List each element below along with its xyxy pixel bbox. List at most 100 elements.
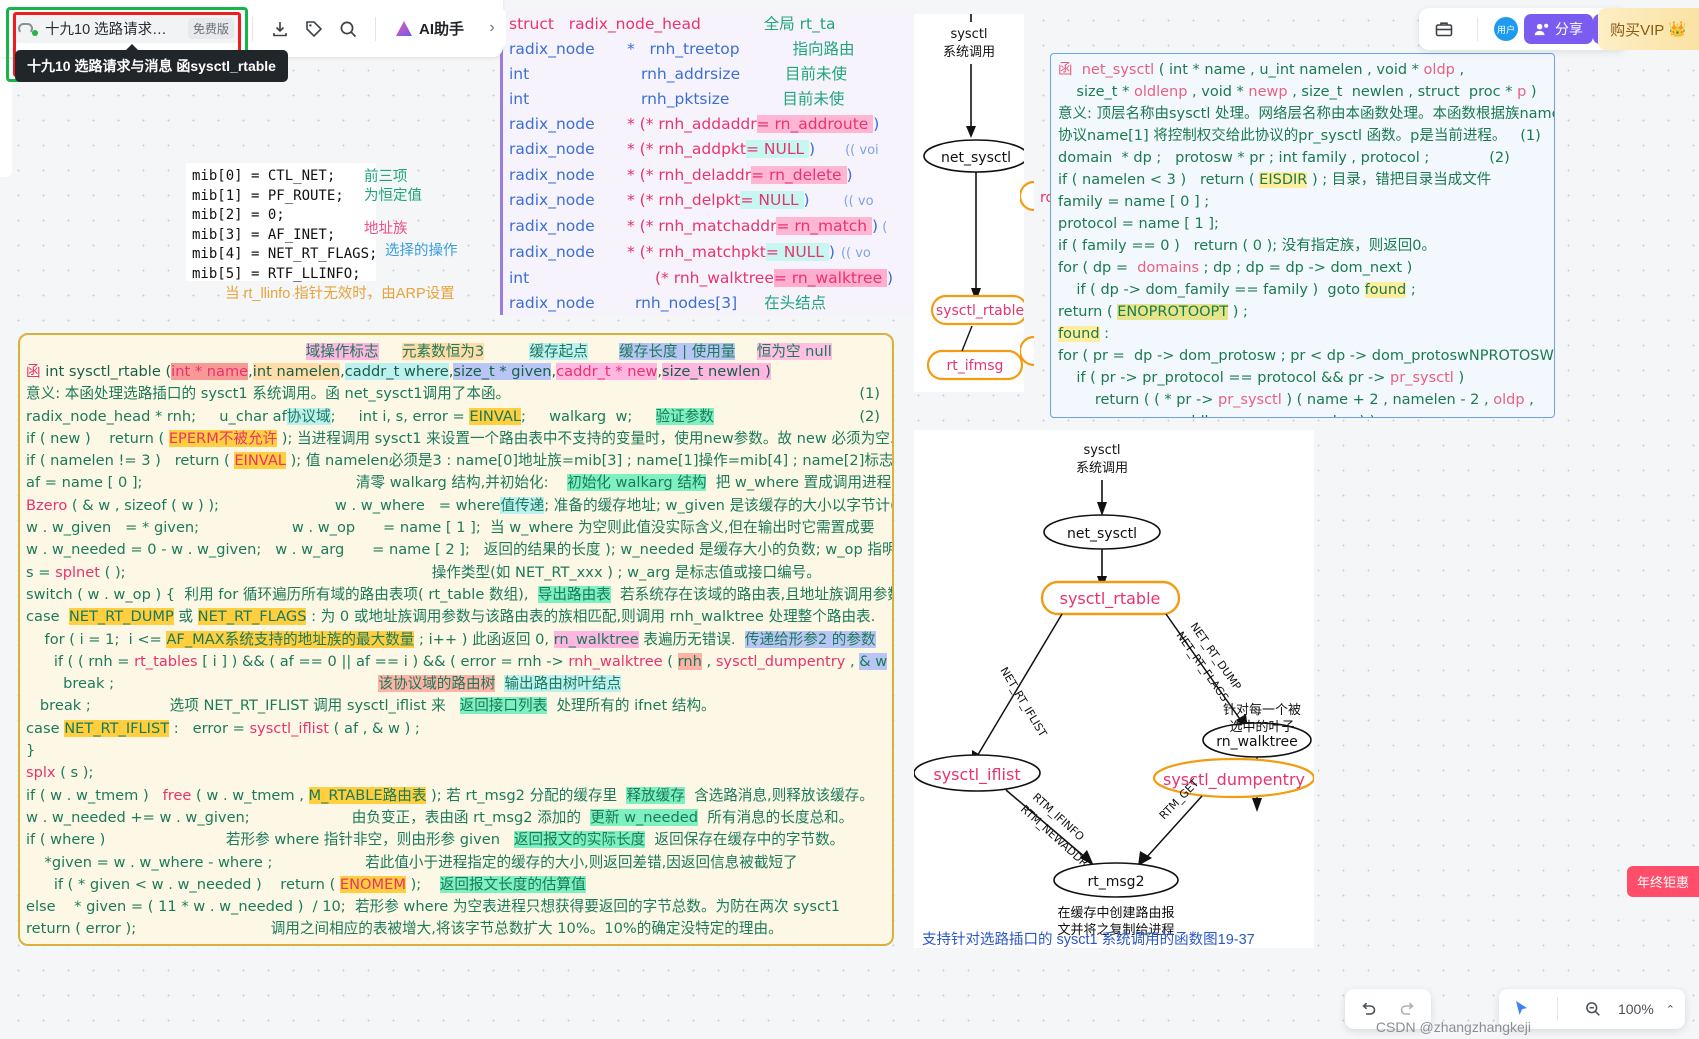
vip-crown-icon: 👑 [1668,21,1687,38]
share-label: 分享 [1555,21,1583,37]
figure-caption-text: 支持针对选路插口的 sysct1 系统调用的函数 [922,932,1204,948]
node-sysctl-iflist: sysctl_iflist [933,765,1020,785]
sysctl-rtable-panel: 域操作标志 元素数恒为3 缓存起点 缓存长度 | 使用量 恒为空 null 函 … [18,333,894,946]
divider [375,16,376,41]
buy-vip-button[interactable]: 购买VIP 👑 [1598,8,1699,50]
code-line: for ( i = 1; i <= AF_MAX系统支持的地址族的最大数量 ; … [26,630,876,648]
code-line: if ( pr -> pr_protocol == protocol && pr… [1058,370,1465,386]
more-chevron-icon[interactable]: › [478,8,506,48]
code-line: if ( family == 0 ) return ( 0 ); 没有指定族，则… [1058,238,1437,254]
node-ro-partial: ro [1018,180,1054,219]
figure-caption: 图19-37 支持针对选路插口的 sysct1 系统调用的函数 [922,928,1263,949]
mib-note-operation: 选择的操作 [385,243,458,259]
code-line: 函 net_sysctl ( int * name , u_int namele… [1058,62,1465,78]
code-line: switch ( w . w_op ) { 利用 for 循环遍历所有域的路由表… [26,585,894,603]
tag-element-count: 元素数恒为3 [401,343,485,360]
node-rn-walktree: rn_walktree [1216,734,1298,750]
code-line: splx ( s ); [26,764,94,782]
diagram-note-line1: 在缓存中创建路由报 [1057,905,1174,921]
free-version-badge: 免费版 [187,18,234,39]
function-signature: 函 int sysctl_rtable (int * name,int name… [26,363,771,380]
node-net-sysctl: net_sysctl [941,150,1011,166]
code-line: if ( new ) return ( EPERM不被允许 ); 当进程调用 s… [26,429,894,447]
buy-vip-label: 购买VIP [1610,21,1665,39]
mib-note-first-three: 前三项 为恒定值 [364,169,422,204]
year-end-promo-badge[interactable]: 年终钜惠 [1626,866,1699,897]
mib-note-llinfo: 当 rt_llinfo 指针无效时，由ARP设置 [225,286,455,302]
code-line: case NET_RT_IFLIST : error = sysctl_ifli… [26,719,420,737]
diagram-top-title-line1: sysctl [950,27,987,42]
cloud-sync-icon [18,21,38,37]
code-line: af = name [ 0 ]; 清零 walkarg 结构,并初始化: 初始化… [26,474,892,492]
node-net-sysctl-b: net_sysctl [1067,526,1137,542]
code-line: if ( namelen < 3 ) return ( EISDIR ) ; 目… [1058,172,1492,188]
code-line: w . w_needed += w . w_given; 由负变正，表由函 rt… [26,808,854,826]
document-tab[interactable]: 十九10 选路请求与消息 函... 免费版 [12,14,242,43]
ai-assistant-button[interactable]: AI助手 [386,13,472,44]
code-line: protocol = name [ 1 ]; [1058,216,1219,232]
diagram-title-line2: 系统调用 [1076,461,1128,476]
diagram-annotation-line1: 针对每一个被 [1223,702,1301,718]
tag-always-null: 恒为空 null [756,343,832,360]
code-line: break ; 选项 NET_RT_IFLIST 调用 sysctl_iflis… [26,697,716,715]
code-line: if ( dp -> dom_family == family ) goto f… [1058,282,1416,298]
tag-field-op-flag: 域操作标志 [305,343,379,360]
code-line: return ( ENOPROTOOPT ) ; [1058,304,1248,320]
ai-assistant-label: AI助手 [419,21,465,38]
watermark: CSDN @zhangzhangkeji [1375,1019,1531,1035]
code-line: w . w_given = * given; w . w_op = name [… [26,519,875,537]
diagram-top-partial: sysctl 系统调用 net_sysctl sysctl_rtable rt_… [914,14,1024,392]
code-line: oldlenp , newp , newlen ) ) ; [1058,411,1554,417]
zoom-out-icon[interactable] [1580,996,1606,1022]
code-line: if ( namelen != 3 ) return ( EINVAL ); 值… [26,452,894,470]
tag-icon[interactable] [297,12,331,46]
node-rt-msg2: rt_msg2 [1088,874,1145,890]
search-icon[interactable] [331,12,365,46]
tag-buffer-start: 缓存起点 [529,343,588,360]
code-line: if ( w . w_tmem ) free ( w . w_tmem , M_… [26,786,874,804]
code-line: if ( ( rnh = rt_tables [ i ] ) && ( af =… [26,652,892,670]
code-line: 意义: 本函处理选路插口的 sysct1 系统调用。函 net_sysct1调用… [26,385,880,403]
zoom-level-label[interactable]: 100% [1618,1001,1654,1017]
share-user-icon [1534,23,1549,35]
chevron-up-icon[interactable]: ⌃ [1666,1003,1675,1016]
app-titlebar: 十九10 选路请求与消息 函... 免费版 AI助手 [0,0,503,57]
node-rt-ifmsg: rt_ifmsg [947,358,1004,374]
divider [1477,17,1478,41]
net-sysctl-code-card: 函 net_sysctl ( int * name , u_int namele… [1050,53,1555,418]
top-right-toolbar: 用户 分享 ⌄ [1419,8,1627,50]
figure-number: 图19-37 [1203,932,1255,948]
code-line: size_t * oldlenp , void * newp , size_t … [1058,84,1537,100]
node-sysctl-rtable: sysctl_rtable [936,303,1024,319]
code-line: } [26,742,36,760]
code-line: case NET_RT_DUMP 或 NET_RT_FLAGS : 为 0 或地… [26,608,876,626]
ai-sparkle-icon [396,20,412,36]
code-line: radix_node_head * rnh; u_char af协议域; int… [26,407,880,425]
download-icon[interactable] [263,12,297,46]
diagram-annotation-line2: 选中的叶子 [1229,719,1294,735]
code-line: *given = w . w_where - where ; 若此值小于进程指定… [26,853,798,871]
document-title: 十九10 选路请求与消息 函... [45,22,181,38]
code-line: s = splnet ( ); 操作类型(如 NET_RT_xxx ) ; w_… [26,563,821,581]
left-edge-strip [0,57,12,177]
code-line: family = name [ 0 ] ; [1058,194,1210,210]
divider [1556,997,1558,1021]
code-line: for ( pr = dp -> dom_protosw ; pr < dp -… [1058,348,1554,364]
struct-code-card: struct radix_node_head 全局 rt_ta radix_no… [500,10,918,315]
code-line: return ( ( * pr -> pr_sysctl ) ( name + … [1058,392,1534,408]
code-line: for ( dp = domains ; dp ; dp = dp -> dom… [1058,260,1413,276]
code-line: else * given = ( 11 * w . w_needed ) / 1… [26,898,841,916]
document-title-tooltip: 十九10 选路请求与消息 函sysctl_rtable [15,44,288,82]
share-button[interactable]: 分享 [1524,14,1593,44]
mib-note-address-family: 地址族 [364,221,408,237]
code-line: if ( * given < w . w_needed ) return ( E… [26,875,586,893]
diagram-bottom-flow: sysctl 系统调用 net_sysctl sysctl_rtable NET… [914,430,1314,948]
code-line: 协议name[1] 将控制权交给此协议的pr_sysctl 函数。p是当前进程。… [1058,128,1541,144]
mib-code: mib[0] = CTL_NET; mib[1] = PF_ROUTE; mib… [192,168,378,282]
code-line: w . w_needed = 0 - w . w_given; w . w_ar… [26,541,894,559]
diagram-title-line1: sysctl [1083,443,1120,458]
node-partial-right [1018,335,1052,374]
mib-code-card: mib[0] = CTL_NET; mib[1] = PF_ROUTE; mib… [186,163,377,282]
briefcase-icon[interactable] [1427,12,1461,46]
avatar[interactable]: 用户 [1494,17,1518,41]
